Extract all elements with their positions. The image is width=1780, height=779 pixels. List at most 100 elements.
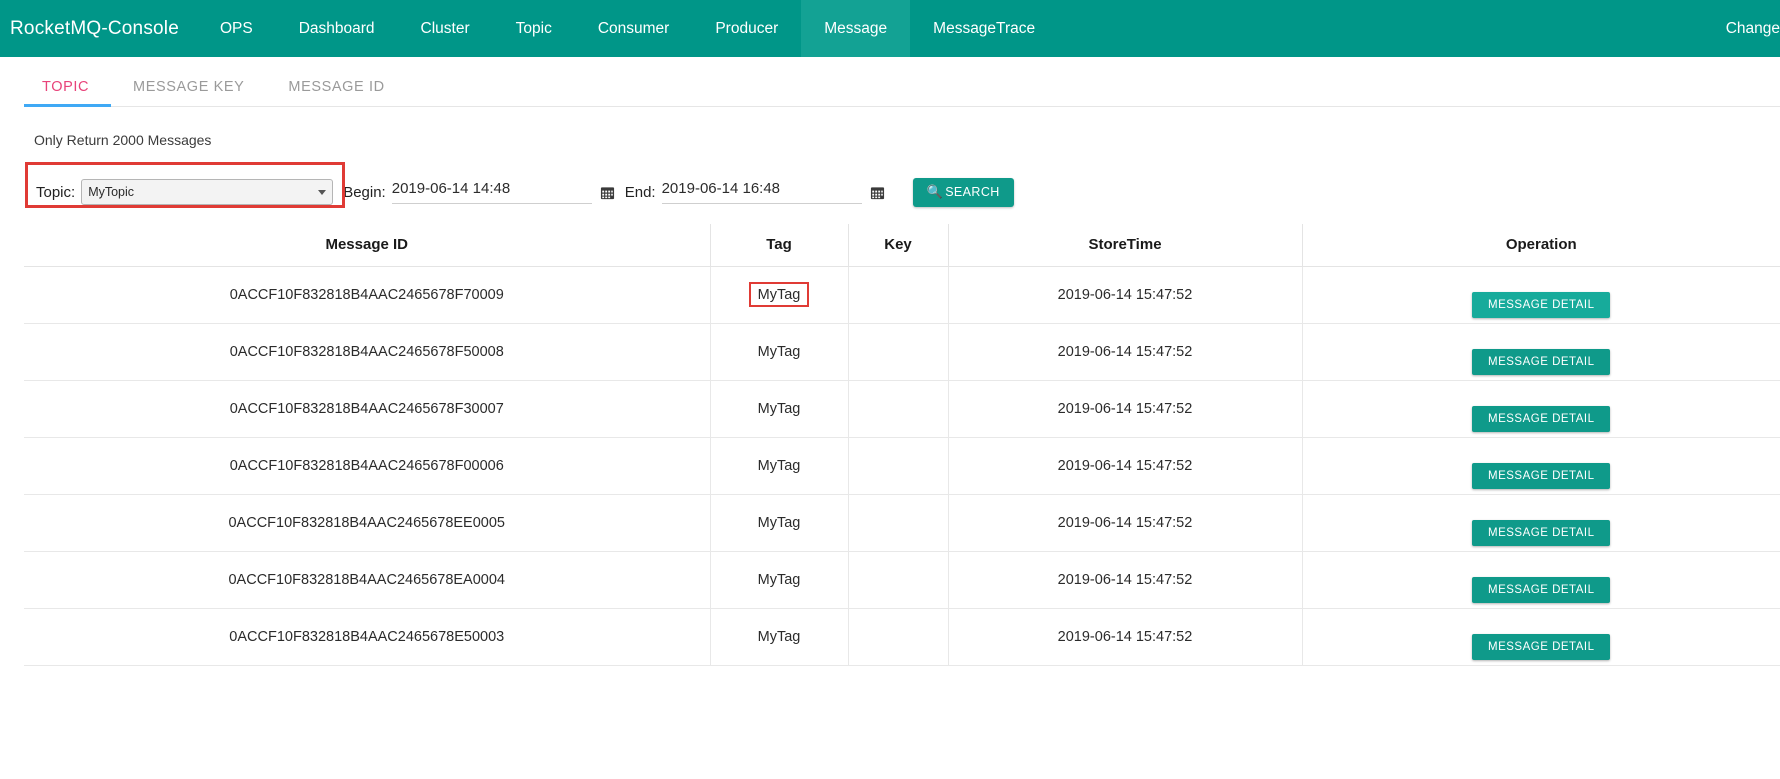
nav-item-ops[interactable]: OPS (197, 0, 276, 57)
result-limit-hint: Only Return 2000 Messages (34, 132, 212, 148)
column-header-key: Key (848, 224, 949, 267)
message-detail-button[interactable]: MESSAGE DETAIL (1472, 406, 1611, 432)
cell-store-time: 2019-06-14 15:47:52 (948, 608, 1303, 666)
calendar-icon[interactable] (600, 185, 615, 200)
cell-message-id: 0ACCF10F832818B4AAC2465678F70009 (24, 266, 711, 324)
table-body: 0ACCF10F832818B4AAC2465678F70009 MyTag 201… (24, 266, 1780, 666)
cell-key (848, 494, 949, 552)
cell-key (848, 551, 949, 609)
cell-store-time: 2019-06-14 15:47:52 (948, 323, 1303, 381)
cell-store-time: 2019-06-14 15:47:52 (948, 494, 1303, 552)
cell-key (848, 608, 949, 666)
end-label: End: (624, 183, 656, 201)
cell-message-id: 0ACCF10F832818B4AAC2465678F30007 (24, 380, 711, 438)
topic-label: Topic: (36, 183, 76, 201)
cell-store-time: 2019-06-14 15:47:52 (948, 437, 1303, 495)
topic-select[interactable]: MyTopic (81, 179, 334, 205)
table-row: 0ACCF10F832818B4AAC2465678EA0004 MyTag 201… (24, 551, 1780, 609)
cell-tag: MyTag (710, 266, 849, 324)
message-detail-button[interactable]: MESSAGE DETAIL (1472, 520, 1611, 546)
cell-key (848, 380, 949, 438)
message-detail-button[interactable]: MESSAGE DETAIL (1472, 634, 1611, 660)
cell-message-id: 0ACCF10F832818B4AAC2465678F00006 (24, 437, 711, 495)
cell-tag: MyTag (710, 437, 849, 495)
cell-operation: MESSAGE DETAIL (1302, 266, 1780, 324)
chevron-down-icon (318, 189, 327, 195)
cell-message-id: 0ACCF10F832818B4AAC2465678E50003 (24, 608, 711, 666)
cell-store-time: 2019-06-14 15:47:52 (948, 551, 1303, 609)
column-header-tag: Tag (710, 224, 849, 267)
begin-label: Begin: (343, 183, 386, 201)
cell-tag: MyTag (710, 380, 849, 438)
topic-select-value: MyTopic (88, 185, 135, 199)
column-header-message-id: Message ID (24, 224, 711, 267)
table-header-row: Message ID Tag Key StoreTime Operation (24, 224, 1780, 267)
messages-table-container: Message ID Tag Key StoreTime Operation 0ACCF… (0, 224, 1780, 666)
cell-operation: MESSAGE DETAIL (1302, 323, 1780, 381)
cell-operation: MESSAGE DETAIL (1302, 494, 1780, 552)
cell-tag: MyTag (710, 494, 849, 552)
tab-message-id[interactable]: MESSAGE ID (266, 79, 406, 107)
message-detail-button[interactable]: MESSAGE DETAIL (1472, 349, 1611, 375)
app-brand[interactable]: RocketMQ-Console (0, 0, 197, 57)
calendar-icon[interactable] (870, 185, 885, 200)
tag-value: MyTag (757, 515, 801, 531)
tag-value: MyTag (757, 401, 801, 417)
tag-value: MyTag (757, 344, 801, 360)
begin-date-group: Begin: 2019-06-14 14:48 (343, 180, 615, 204)
cell-message-id: 0ACCF10F832818B4AAC2465678EE0005 (24, 494, 711, 552)
cell-store-time: 2019-06-14 15:47:52 (948, 380, 1303, 438)
table-row: 0ACCF10F832818B4AAC2465678E50003 MyTag 201… (24, 608, 1780, 666)
search-button-label: SEARCH (945, 185, 1000, 199)
begin-date-input[interactable]: 2019-06-14 14:48 (391, 180, 592, 204)
nav-item-message[interactable]: Message (801, 0, 911, 57)
nav-right-group: Change (1712, 0, 1780, 57)
messages-table: Message ID Tag Key StoreTime Operation 0ACCF… (24, 224, 1780, 666)
cell-operation: MESSAGE DETAIL (1302, 380, 1780, 438)
cell-message-id: 0ACCF10F832818B4AAC2465678F50008 (24, 323, 711, 381)
tab-topic[interactable]: TOPIC (24, 79, 112, 107)
column-header-operation: Operation (1302, 224, 1780, 267)
tag-value: MyTag (757, 458, 801, 474)
cell-operation: MESSAGE DETAIL (1302, 551, 1780, 609)
cell-operation: MESSAGE DETAIL (1302, 608, 1780, 666)
nav-item-dashboard[interactable]: Dashboard (276, 0, 398, 57)
message-detail-button[interactable]: MESSAGE DETAIL (1472, 577, 1611, 603)
search-controls: Topic: MyTopic Begin: 2019-06-14 14:48 E… (36, 172, 1014, 212)
cell-tag: MyTag (710, 551, 849, 609)
message-detail-button[interactable]: MESSAGE DETAIL (1472, 463, 1611, 489)
cell-key (848, 323, 949, 381)
cell-operation: MESSAGE DETAIL (1302, 437, 1780, 495)
message-detail-button[interactable]: MESSAGE DETAIL (1472, 292, 1611, 318)
nav-item-messagetrace[interactable]: MessageTrace (910, 0, 1058, 57)
query-tabbar: TOPIC MESSAGE KEY MESSAGE ID (0, 57, 1780, 107)
cell-message-id: 0ACCF10F832818B4AAC2465678EA0004 (24, 551, 711, 609)
search-area: Topic: MyTopic Begin: 2019-06-14 14:48 E… (0, 162, 1780, 224)
cell-tag: MyTag (710, 323, 849, 381)
nav-item-producer[interactable]: Producer (692, 0, 801, 57)
tag-value: MyTag (757, 629, 801, 645)
table-row: 0ACCF10F832818B4AAC2465678F30007 MyTag 201… (24, 380, 1780, 438)
search-button[interactable]: 🔍 SEARCH (912, 177, 1014, 207)
column-header-storetime: StoreTime (948, 224, 1303, 267)
end-date-group: End: 2019-06-14 16:48 (625, 180, 885, 204)
table-row: 0ACCF10F832818B4AAC2465678F50008 MyTag 201… (24, 323, 1780, 381)
cell-key (848, 266, 949, 324)
cell-store-time: 2019-06-14 15:47:52 (948, 266, 1303, 324)
table-row: 0ACCF10F832818B4AAC2465678F70009 MyTag 201… (24, 266, 1780, 324)
nav-items: OPS Dashboard Cluster Topic Consumer Producer… (197, 0, 1058, 57)
table-head: Message ID Tag Key StoreTime Operation (24, 224, 1780, 267)
tab-message-key[interactable]: MESSAGE KEY (111, 79, 266, 107)
nav-item-topic[interactable]: Topic (493, 0, 575, 57)
nav-item-consumer[interactable]: Consumer (575, 0, 693, 57)
magnifier-icon: 🔍 (926, 184, 944, 199)
nav-item-cluster[interactable]: Cluster (398, 0, 493, 57)
tag-value: MyTag (757, 572, 801, 588)
end-date-input[interactable]: 2019-06-14 16:48 (661, 180, 862, 204)
table-row: 0ACCF10F832818B4AAC2465678EE0005 MyTag 201… (24, 494, 1780, 552)
nav-item-change[interactable]: Change (1712, 20, 1780, 38)
table-row: 0ACCF10F832818B4AAC2465678F00006 MyTag 201… (24, 437, 1780, 495)
cell-key (848, 437, 949, 495)
top-navbar: RocketMQ-Console OPS Dashboard Cluster Topi… (0, 0, 1780, 57)
cell-tag: MyTag (710, 608, 849, 666)
